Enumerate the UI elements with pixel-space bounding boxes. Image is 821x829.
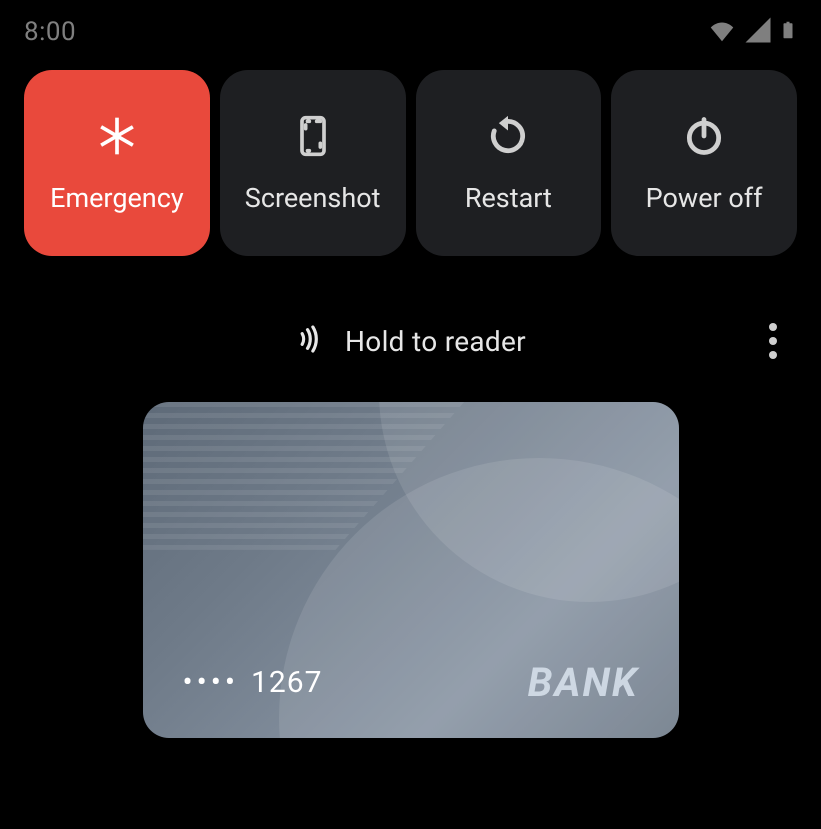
card-carousel[interactable]: •••• 1267 BANK: [24, 402, 797, 738]
power-icon: [680, 112, 728, 160]
wallet-section: Hold to reader •••• 1267 BANK: [0, 318, 821, 738]
tile-label: Emergency: [50, 182, 184, 214]
power-menu: Emergency Screenshot Restart Power off: [0, 56, 821, 256]
tile-label: Restart: [465, 182, 552, 214]
power-off-button[interactable]: Power off: [611, 70, 797, 256]
battery-icon: [779, 15, 797, 49]
asterisk-icon: [93, 112, 141, 160]
restart-button[interactable]: Restart: [416, 70, 602, 256]
card-decor: [143, 402, 465, 550]
emergency-button[interactable]: Emergency: [24, 70, 210, 256]
tile-label: Screenshot: [245, 182, 381, 214]
card-mask: ••••: [183, 665, 240, 700]
tile-label: Power off: [646, 182, 763, 214]
wallet-title: Hold to reader: [295, 323, 526, 359]
card-number: •••• 1267: [183, 665, 323, 700]
status-time: 8:00: [24, 17, 76, 47]
payment-card[interactable]: •••• 1267 BANK: [143, 402, 679, 738]
card-issuer: BANK: [528, 659, 639, 706]
wifi-icon: [707, 15, 737, 49]
card-last4-digits: 1267: [251, 665, 322, 700]
more-vert-icon: [769, 323, 777, 359]
status-bar: 8:00: [0, 0, 821, 56]
wallet-header: Hold to reader: [24, 318, 797, 364]
cellular-icon: [743, 15, 773, 49]
restart-icon: [484, 112, 532, 160]
screenshot-button[interactable]: Screenshot: [220, 70, 406, 256]
wallet-header-label: Hold to reader: [345, 325, 526, 358]
contactless-icon: [295, 323, 327, 359]
status-icons: [707, 15, 797, 49]
wallet-more-button[interactable]: [753, 321, 793, 361]
screenshot-icon: [289, 112, 337, 160]
